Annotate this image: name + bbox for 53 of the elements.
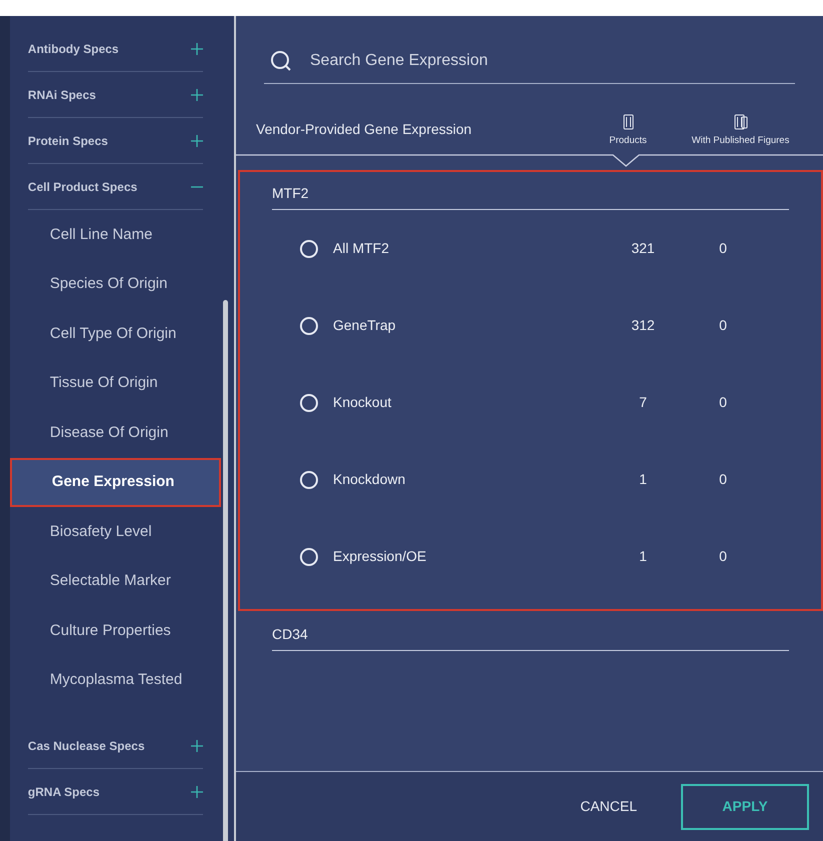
figure-count: 0 <box>718 393 728 412</box>
radio-button[interactable] <box>300 316 318 334</box>
sidebar-item[interactable]: Disease Of Origin <box>10 408 222 458</box>
plus-icon <box>191 134 204 146</box>
sidebar-item[interactable]: Mycoplasma Tested <box>10 656 222 705</box>
option-label[interactable]: Expression/OE <box>333 546 603 567</box>
product-count: 321 <box>630 239 656 258</box>
figure-count: 0 <box>718 547 728 566</box>
option-label[interactable]: Knockdown <box>333 469 603 490</box>
radio-button[interactable] <box>300 548 318 566</box>
column-heading: With Published Figures <box>692 134 790 148</box>
cancel-button[interactable]: CANCEL <box>580 796 637 817</box>
figure-count: 0 <box>718 239 728 258</box>
tube-icon <box>622 114 634 130</box>
option-label[interactable]: GeneTrap <box>333 315 603 336</box>
search-field[interactable]: Search Gene Expression <box>310 48 795 72</box>
sidebar-item[interactable]: Gene Expression <box>10 458 222 507</box>
plus-icon <box>191 42 204 54</box>
sidebar-item[interactable]: Tissue Of Origin <box>10 358 222 408</box>
sidebar-item[interactable]: Biosafety Level <box>10 507 222 556</box>
product-count: 7 <box>638 393 648 412</box>
radio-button[interactable] <box>300 394 318 412</box>
option-label[interactable]: All MTF2 <box>333 238 603 259</box>
tubes-icon <box>734 114 748 130</box>
section-heading[interactable]: RNAi Specs <box>28 86 96 104</box>
search-icon <box>270 50 292 72</box>
sidebar-item[interactable]: Cell Type Of Origin <box>10 309 222 358</box>
section-heading[interactable]: Antibody Specs <box>28 40 119 58</box>
figure-count: 0 <box>718 470 728 489</box>
group-heading: MTF2 <box>272 184 309 203</box>
plus-icon <box>191 88 204 100</box>
option-label[interactable]: Knockout <box>333 392 603 413</box>
scrollbar-thumb[interactable] <box>223 300 228 841</box>
section-heading[interactable]: Protein Specs <box>28 132 108 150</box>
product-count: 312 <box>630 316 656 335</box>
apply-button[interactable]: APPLY <box>681 784 809 830</box>
section-heading[interactable]: gRNA Specs <box>28 782 100 800</box>
product-count: 1 <box>638 470 648 489</box>
sidebar-item[interactable]: Cell Line Name <box>10 210 222 260</box>
sidebar-item[interactable]: Species Of Origin <box>10 260 222 309</box>
figure-count: 0 <box>718 316 728 335</box>
sidebar-item[interactable]: Culture Properties <box>10 606 222 656</box>
section-heading[interactable]: Cell Product Specs <box>28 178 138 196</box>
plus-icon <box>191 740 204 752</box>
group-heading: CD34 <box>272 625 308 644</box>
radio-button[interactable] <box>300 470 318 488</box>
column-heading: Products <box>609 134 647 148</box>
product-count: 1 <box>638 547 648 566</box>
plus-icon <box>191 786 204 798</box>
section-title: Vendor-Provided Gene Expression <box>256 120 473 139</box>
radio-button[interactable] <box>300 240 318 258</box>
section-heading[interactable]: Cas Nuclease Specs <box>28 736 145 754</box>
sidebar-item[interactable]: Selectable Marker <box>10 556 222 606</box>
